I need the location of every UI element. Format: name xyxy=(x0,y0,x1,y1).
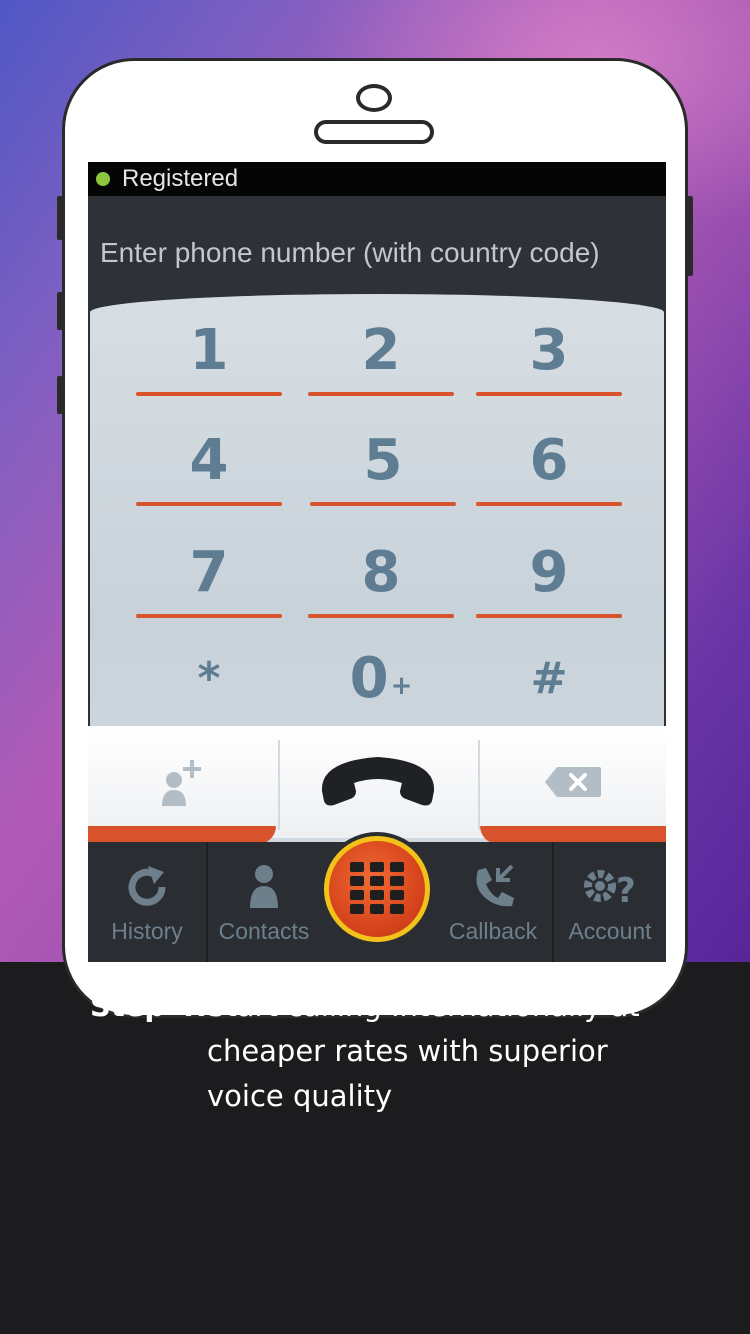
phone-camera xyxy=(356,84,392,112)
tab-account[interactable]: ? Account xyxy=(554,842,666,962)
key-label: 9 xyxy=(529,539,569,605)
status-text: Registered xyxy=(122,165,239,192)
tab-contacts[interactable]: Contacts xyxy=(208,842,320,962)
account-settings-icon: ? xyxy=(584,870,636,910)
key-underline xyxy=(308,392,454,396)
dialpad-grid-icon xyxy=(350,862,404,914)
phone-handset-icon xyxy=(321,757,435,806)
key-label: 3 xyxy=(529,317,569,383)
key-label: 2 xyxy=(361,317,401,383)
phone-speaker xyxy=(314,120,434,144)
key-underline xyxy=(476,614,622,618)
callback-icon xyxy=(476,864,514,907)
key-4[interactable]: 4 xyxy=(136,410,282,510)
key-label: 5 xyxy=(363,427,403,493)
key-3[interactable]: 3 xyxy=(476,300,622,400)
call-button[interactable] xyxy=(280,726,476,838)
phone-number-input[interactable] xyxy=(88,196,666,296)
key-label: 1 xyxy=(189,317,229,383)
tab-account-label: Account xyxy=(568,918,652,944)
key-underline xyxy=(310,502,456,506)
backspace-icon xyxy=(545,767,601,797)
tab-contacts-label: Contacts xyxy=(218,918,310,944)
history-icon xyxy=(128,866,166,906)
key-6[interactable]: 6 xyxy=(476,410,622,510)
key-2[interactable]: 2 xyxy=(308,300,454,400)
registered-status-icon xyxy=(96,172,110,186)
tab-callback-label: Callback xyxy=(448,918,538,944)
dialpad-tab-button[interactable] xyxy=(320,832,434,946)
key-0-plus: + xyxy=(390,671,413,701)
status-bar: Registered xyxy=(88,162,666,196)
phone-side-button xyxy=(57,196,63,240)
key-underline xyxy=(476,392,622,396)
step-label: Step 4: xyxy=(90,989,208,1023)
key-star[interactable]: * xyxy=(136,628,282,728)
key-label: * xyxy=(197,652,221,704)
key-underline xyxy=(136,392,282,396)
key-label: 4 xyxy=(189,427,229,493)
phone-side-button xyxy=(57,292,63,330)
key-7[interactable]: 7 xyxy=(136,522,282,622)
key-9[interactable]: 9 xyxy=(476,522,622,622)
key-label: # xyxy=(530,652,568,704)
svg-text:?: ? xyxy=(616,871,636,910)
key-underline xyxy=(136,614,282,618)
key-1[interactable]: 1 xyxy=(136,300,282,400)
key-hash[interactable]: # xyxy=(476,628,622,728)
key-label: 0 xyxy=(349,645,389,711)
backspace-button[interactable] xyxy=(480,726,666,838)
key-0[interactable]: 0 + xyxy=(308,628,454,728)
add-contact-button[interactable] xyxy=(88,726,278,838)
key-label: 6 xyxy=(529,427,569,493)
key-label: 8 xyxy=(361,539,401,605)
key-8[interactable]: 8 xyxy=(308,522,454,622)
add-contact-icon xyxy=(162,760,201,806)
key-label: 7 xyxy=(189,539,229,605)
phone-side-button xyxy=(57,376,63,414)
key-underline xyxy=(308,614,454,618)
phone-screen: Registered 1 2 3 4 5 6 7 8 9 * 0+ # xyxy=(88,162,666,962)
key-underline xyxy=(476,502,622,506)
key-underline xyxy=(136,502,282,506)
phone-side-button xyxy=(687,196,693,276)
contacts-icon xyxy=(250,865,278,908)
tab-callback[interactable]: Callback xyxy=(434,842,552,962)
dialpad-button-face[interactable] xyxy=(324,836,430,942)
tab-history[interactable]: History xyxy=(88,842,206,962)
key-5[interactable]: 5 xyxy=(310,410,456,510)
tab-history-label: History xyxy=(111,918,183,944)
step-description: Start calling Internationally at cheaper… xyxy=(207,989,640,1113)
